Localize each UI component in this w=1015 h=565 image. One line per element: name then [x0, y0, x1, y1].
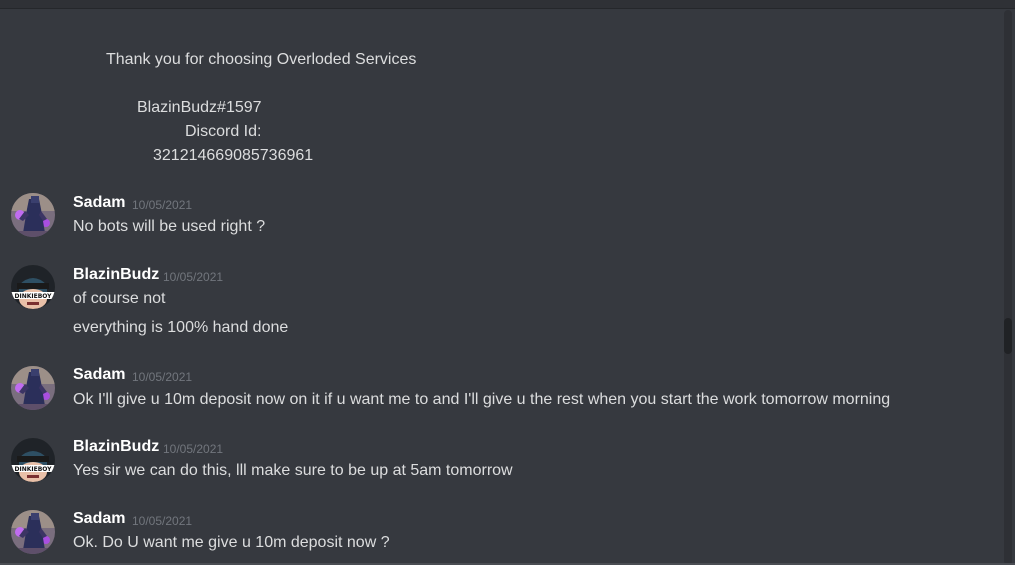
- message-text: Ok. Do U want me give u 10m deposit now …: [73, 534, 390, 551]
- discord-id-label: Discord Id:: [185, 123, 262, 140]
- avatar-banner-text: DINKIEBOY: [14, 293, 52, 300]
- cartoon-face-avatar-icon: DINKIEBOY: [11, 265, 55, 309]
- message-text: No bots will be used right ?: [73, 218, 266, 235]
- timestamp: 10/05/2021: [132, 370, 193, 384]
- message-text: Ok I'll give u 10m deposit now on it if …: [73, 391, 891, 408]
- discord-id-value: 321214669085736961: [153, 147, 314, 164]
- purple-character-avatar-icon: [11, 510, 55, 554]
- timestamp: 10/05/2021: [163, 442, 224, 456]
- timestamp: 10/05/2021: [163, 270, 224, 284]
- avatar[interactable]: DINKIEBOY: [11, 438, 55, 482]
- avatar-banner-text: DINKIEBOY: [14, 466, 52, 473]
- message-text: everything is 100% hand done: [73, 319, 289, 336]
- avatar[interactable]: [11, 510, 55, 554]
- username[interactable]: Sadam: [73, 509, 125, 529]
- scrollbar-thumb[interactable]: [1004, 318, 1012, 354]
- avatar[interactable]: DINKIEBOY: [11, 265, 55, 309]
- username[interactable]: BlazinBudz: [73, 437, 159, 457]
- username-tag-line: BlazinBudz#1597: [137, 99, 262, 116]
- purple-character-avatar-icon: [11, 193, 55, 237]
- service-thanks-line: Thank you for choosing Overloded Service…: [106, 51, 417, 68]
- top-bar: [0, 0, 1015, 9]
- message-text: Yes sir we can do this, lll make sure to…: [73, 462, 513, 479]
- chat-window: Thank you for choosing Overloded Service…: [0, 0, 1015, 565]
- avatar[interactable]: [11, 193, 55, 237]
- username[interactable]: Sadam: [73, 365, 125, 385]
- username[interactable]: Sadam: [73, 193, 125, 213]
- username[interactable]: BlazinBudz: [73, 265, 159, 285]
- timestamp: 10/05/2021: [132, 198, 193, 212]
- avatar[interactable]: [11, 366, 55, 410]
- scrollbar-track[interactable]: [1004, 10, 1012, 565]
- timestamp: 10/05/2021: [132, 514, 193, 528]
- purple-character-avatar-icon: [11, 366, 55, 410]
- cartoon-face-avatar-icon: DINKIEBOY: [11, 438, 55, 482]
- message-text: of course not: [73, 290, 166, 307]
